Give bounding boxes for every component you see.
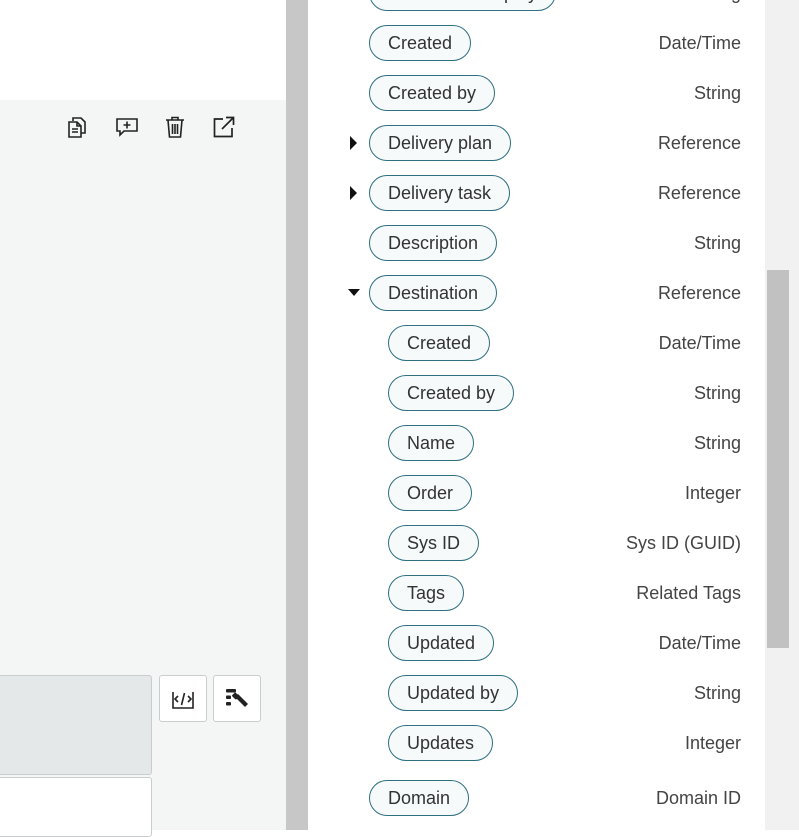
field-type-label: Related Tags xyxy=(636,583,741,603)
field-type-label: Date/Time xyxy=(658,633,741,653)
field-row: Updated by String xyxy=(308,668,765,718)
field-type-label: Date/Time xyxy=(658,333,741,353)
field-type-label: Reference xyxy=(657,283,741,303)
field-row: Delivery task Reference xyxy=(308,168,765,218)
field-pill[interactable]: Order xyxy=(388,475,473,511)
field-pill[interactable]: Updated xyxy=(388,625,495,661)
field-row: Order Integer xyxy=(308,468,765,518)
field-pill[interactable]: Created by xyxy=(388,375,515,411)
field-type-label: String xyxy=(694,0,741,18)
left-pane xyxy=(0,0,286,837)
field-type-label: Date/Time xyxy=(658,33,741,53)
field-row: Domain Domain ID xyxy=(308,773,765,823)
field-row: Tags Related Tags xyxy=(308,568,765,618)
field-type-label: String xyxy=(693,433,741,453)
field-pill[interactable]: Created by xyxy=(369,75,496,111)
script-field[interactable] xyxy=(0,675,152,775)
field-type-label: Integer xyxy=(684,733,741,753)
field-row: Created by String xyxy=(308,368,765,418)
field-row: Updates Integer xyxy=(308,718,765,768)
pane-resize-divider[interactable] xyxy=(286,0,308,830)
script-editor-button[interactable] xyxy=(159,675,207,722)
field-pill[interactable]: Delivery task xyxy=(369,175,511,211)
copy-icon[interactable] xyxy=(64,114,90,140)
field-pill[interactable]: Updated by xyxy=(388,675,519,711)
field-type-label: Reference xyxy=(657,133,741,153)
field-row: Created by String xyxy=(308,68,765,118)
field-pill[interactable]: Name xyxy=(388,425,475,461)
script-editor-icon xyxy=(172,691,194,709)
field-row: Sys ID Sys ID (GUID) xyxy=(308,518,765,568)
field-row: Created Date/Time xyxy=(308,18,765,68)
field-tree-panel: Correlation display String Created Date/Tim… xyxy=(308,0,765,830)
add-comment-icon[interactable] xyxy=(114,114,140,140)
field-type-label: String xyxy=(693,83,741,103)
field-type-label: String xyxy=(693,383,741,403)
field-type-label: Integer xyxy=(684,483,741,503)
caret-right-icon[interactable] xyxy=(347,135,361,151)
scrollbar-thumb[interactable] xyxy=(767,270,789,648)
open-external-icon[interactable] xyxy=(211,114,237,140)
field-row: Description String xyxy=(308,218,765,268)
field-type-label: String xyxy=(693,683,741,703)
field-type-label: Reference xyxy=(657,183,741,203)
field-pill[interactable]: Domain xyxy=(369,780,470,816)
field-pill[interactable]: Correlation display xyxy=(369,0,557,11)
caret-right-icon[interactable] xyxy=(347,185,361,201)
field-row: Updated Date/Time xyxy=(308,618,765,668)
field-row: Correlation display String xyxy=(308,0,765,18)
field-row: Created Date/Time xyxy=(308,318,765,368)
field-pill[interactable]: Destination xyxy=(369,275,498,311)
caret-down-icon[interactable] xyxy=(347,285,361,301)
field-row: Destination Reference xyxy=(308,268,765,318)
condition-builder-button[interactable] xyxy=(213,675,261,722)
field-pill[interactable]: Created xyxy=(388,325,491,361)
field-type-label: Domain ID xyxy=(655,788,741,808)
field-pill[interactable]: Updates xyxy=(388,725,494,761)
trash-icon[interactable] xyxy=(162,114,188,140)
field-pill[interactable]: Delivery plan xyxy=(369,125,512,161)
condition-builder-icon xyxy=(226,688,248,707)
field-pill[interactable]: Description xyxy=(369,225,498,261)
field-type-label: Sys ID (GUID) xyxy=(626,533,741,553)
field-pill[interactable]: Sys ID xyxy=(388,525,480,561)
field-pill[interactable]: Created xyxy=(369,25,472,61)
field-type-label: String xyxy=(693,233,741,253)
field-row: Name String xyxy=(308,418,765,468)
field-row: Delivery plan Reference xyxy=(308,118,765,168)
text-field[interactable] xyxy=(0,777,152,837)
field-pill[interactable]: Tags xyxy=(388,575,465,611)
